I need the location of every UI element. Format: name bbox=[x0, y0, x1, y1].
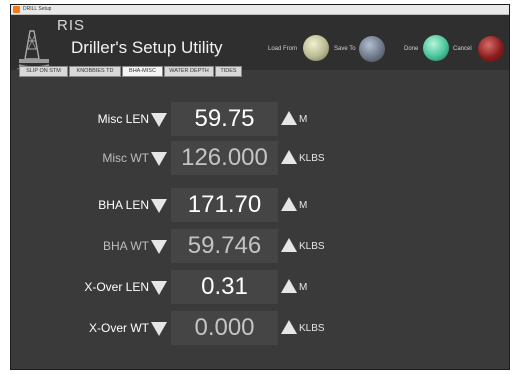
app-title: Driller's Setup Utility bbox=[71, 38, 223, 57]
x-over-wt-row: X-Over WT 0.000 KLBS bbox=[15, 311, 505, 345]
save-to-button[interactable] bbox=[359, 36, 385, 62]
decrement-x-over-wt-icon[interactable] bbox=[151, 322, 167, 336]
decrement-misc-len-icon[interactable] bbox=[151, 113, 167, 127]
window-titlebar: DRILL Setup bbox=[11, 5, 509, 15]
increment-bha-len-icon[interactable] bbox=[281, 197, 297, 211]
misc-len-value[interactable]: 59.75 bbox=[171, 102, 278, 136]
done-label: Done bbox=[404, 46, 419, 52]
save-to-label: Save To bbox=[334, 46, 356, 52]
load-from-label: Load From bbox=[268, 46, 298, 52]
increment-bha-wt-icon[interactable] bbox=[281, 238, 297, 252]
decrement-bha-wt-icon[interactable] bbox=[151, 240, 167, 254]
increment-misc-len-icon[interactable] bbox=[281, 111, 297, 125]
tab-tides[interactable]: TIDES bbox=[215, 66, 242, 77]
increment-x-over-wt-icon[interactable] bbox=[281, 320, 297, 334]
done-button[interactable] bbox=[423, 35, 449, 61]
bha-len-label: BHA LEN bbox=[98, 198, 149, 212]
window-title: DRILL Setup bbox=[23, 6, 52, 12]
bha-wt-label: BHA WT bbox=[102, 239, 149, 253]
misc-len-unit: M bbox=[299, 114, 308, 125]
tab-knobbies-td[interactable]: KNOBBIES TD bbox=[69, 66, 121, 77]
misc-wt-value[interactable]: 126.000 bbox=[171, 141, 278, 175]
bha-wt-value[interactable]: 59.746 bbox=[171, 229, 278, 263]
setup-window: DRILL Setup RIS Driller's Setup Utility … bbox=[10, 4, 510, 370]
bha-len-row: BHA LEN 171.70 M bbox=[15, 188, 505, 222]
tab-slip-on-stm[interactable]: SLIP ON STM bbox=[19, 66, 68, 77]
misc-len-label: Misc LEN bbox=[97, 112, 149, 126]
x-over-wt-unit: KLBS bbox=[299, 323, 325, 334]
decrement-bha-len-icon[interactable] bbox=[151, 199, 167, 213]
x-over-wt-value[interactable]: 0.000 bbox=[171, 311, 278, 345]
bha-wt-unit: KLBS bbox=[299, 241, 325, 252]
cancel-button[interactable] bbox=[478, 36, 504, 62]
x-over-len-value[interactable]: 0.31 bbox=[171, 270, 278, 304]
misc-wt-label: Misc WT bbox=[102, 151, 149, 165]
tab-bha-misc[interactable]: BHA-MISC bbox=[122, 66, 163, 77]
decrement-misc-wt-icon[interactable] bbox=[151, 152, 167, 166]
x-over-wt-label: X-Over WT bbox=[89, 321, 149, 335]
bha-len-value[interactable]: 171.70 bbox=[171, 188, 278, 222]
app-header: RIS Driller's Setup Utility Load From Sa… bbox=[11, 15, 509, 71]
bha-misc-panel: Misc LEN 59.75 M Misc WT 126.000 KLBS BH… bbox=[15, 77, 505, 363]
x-over-len-unit: M bbox=[299, 282, 308, 293]
misc-wt-row: Misc WT 126.000 KLBS bbox=[15, 141, 505, 175]
increment-misc-wt-icon[interactable] bbox=[281, 150, 297, 164]
bha-wt-row: BHA WT 59.746 KLBS bbox=[15, 229, 505, 263]
x-over-len-label: X-Over LEN bbox=[84, 280, 149, 294]
increment-x-over-len-icon[interactable] bbox=[281, 279, 297, 293]
misc-len-row: Misc LEN 59.75 M bbox=[15, 102, 505, 136]
tab-water-depth[interactable]: WATER DEPTH bbox=[164, 66, 214, 77]
load-from-button[interactable] bbox=[303, 35, 329, 61]
cancel-label: Cancel bbox=[453, 46, 472, 52]
bha-len-unit: M bbox=[299, 200, 308, 211]
logo-text: RIS bbox=[57, 17, 86, 34]
misc-wt-unit: KLBS bbox=[299, 153, 325, 164]
decrement-x-over-len-icon[interactable] bbox=[151, 281, 167, 295]
app-icon bbox=[13, 6, 20, 13]
x-over-len-row: X-Over LEN 0.31 M bbox=[15, 270, 505, 304]
